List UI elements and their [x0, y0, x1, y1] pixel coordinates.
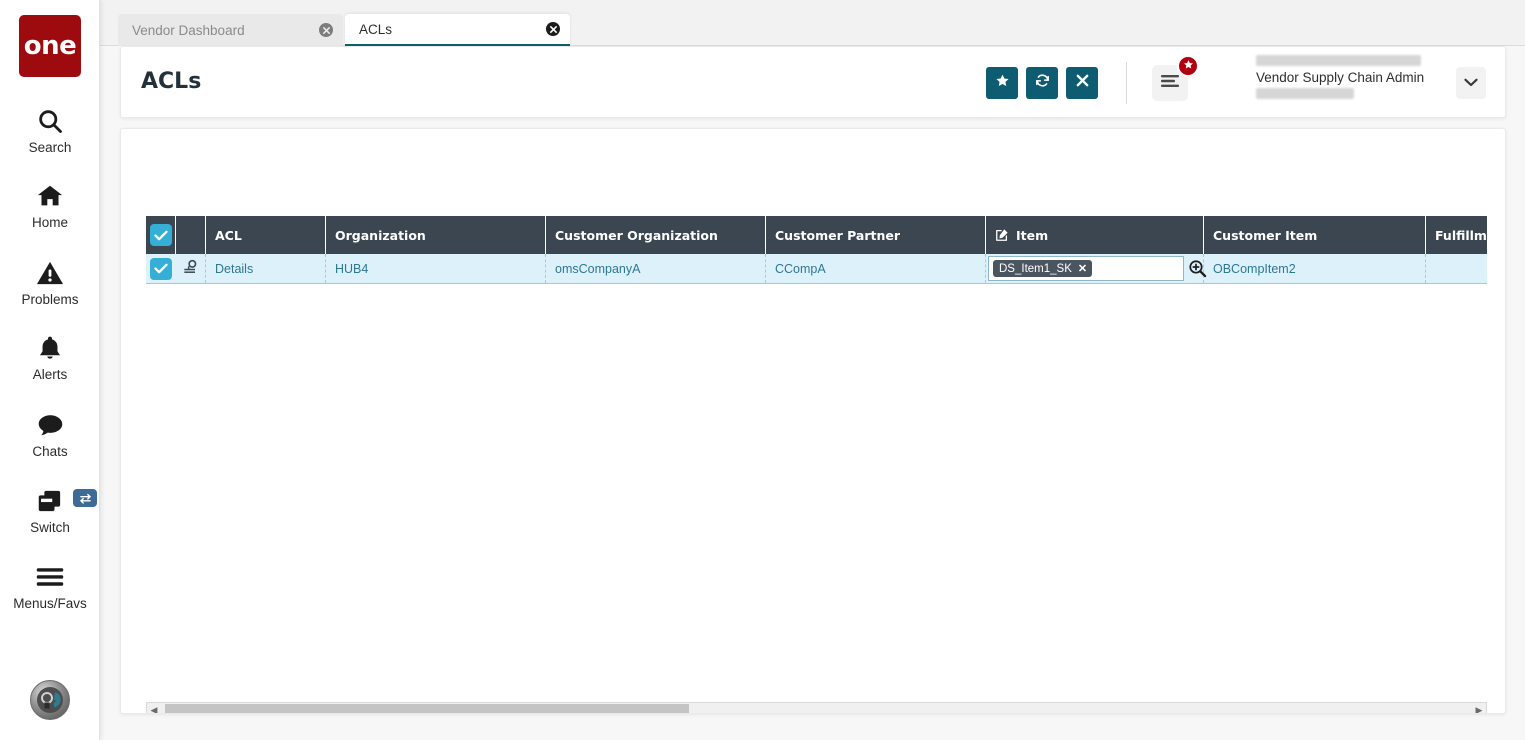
sidebar-item-problems[interactable]: Problems	[0, 256, 100, 307]
scroll-left-arrow-icon[interactable]: ◀	[147, 703, 161, 714]
select-all-checkbox[interactable]	[149, 224, 172, 246]
pencil-square-icon	[995, 228, 1009, 242]
brand-logo-text: one	[23, 31, 77, 61]
scrollbar-thumb[interactable]	[165, 704, 689, 713]
refresh-button[interactable]	[1026, 67, 1058, 99]
switch-windows-icon	[35, 484, 65, 518]
column-header-organization[interactable]: Organization	[326, 216, 546, 254]
item-input[interactable]: DS_Item1_SK ✕	[988, 256, 1184, 281]
item-chip[interactable]: DS_Item1_SK ✕	[993, 260, 1093, 277]
horizontal-scrollbar[interactable]: ◀ ▶	[146, 702, 1487, 714]
page-header-card: ACLs Vendor Supply Chain Admin	[120, 46, 1506, 118]
close-icon[interactable]	[546, 22, 560, 36]
column-header-customer-organization[interactable]: Customer Organization	[546, 216, 766, 254]
sidebar-item-label: Problems	[21, 292, 79, 307]
grid-viewport: ACL Organization Customer Organization C…	[146, 216, 1487, 702]
sidebar-item-label: Alerts	[32, 367, 68, 382]
favorite-button[interactable]	[986, 67, 1018, 99]
column-header-item[interactable]: Item	[986, 216, 1204, 254]
sidebar-item-alerts[interactable]: Alerts	[0, 331, 100, 382]
column-header-fulfillment[interactable]: Fulfillment	[1426, 216, 1487, 254]
data-grid: ACL Organization Customer Organization C…	[146, 216, 1487, 284]
column-header-label: Fulfillment	[1435, 227, 1487, 243]
cell-customer-organization[interactable]: omsCompanyA	[546, 254, 766, 283]
row-icon-header-cell	[176, 216, 206, 254]
column-header-customer-partner[interactable]: Customer Partner	[766, 216, 986, 254]
grid-header-row: ACL Organization Customer Organization C…	[146, 216, 1487, 254]
hamburger-icon	[35, 560, 65, 594]
grid-panel: ACL Organization Customer Organization C…	[120, 128, 1506, 714]
column-header-label: Item	[1016, 227, 1049, 243]
tab-vendor-dashboard[interactable]: Vendor Dashboard	[118, 14, 343, 46]
close-button[interactable]	[1066, 67, 1098, 99]
left-sidebar: one Search Home Problems Alerts Chats Sw…	[0, 0, 100, 740]
cell-text: OBCompItem2	[1213, 261, 1296, 276]
user-role-label: Vendor Supply Chain Admin	[1256, 70, 1425, 85]
sidebar-item-label: Home	[31, 215, 68, 230]
sidebar-item-chats[interactable]: Chats	[0, 408, 100, 459]
cell-text: Details	[215, 261, 254, 276]
chat-bubble-icon	[36, 408, 65, 442]
redacted-user-company	[1256, 88, 1354, 99]
column-header-acl[interactable]: ACL	[206, 216, 326, 254]
star-icon	[995, 73, 1010, 93]
brand-logo[interactable]: one	[19, 15, 81, 77]
search-icon	[36, 104, 64, 138]
sidebar-item-search[interactable]: Search	[0, 104, 100, 155]
menu-lines-icon	[1161, 74, 1179, 93]
cell-text: CCompA	[775, 261, 826, 276]
details-lookup-icon	[183, 259, 199, 278]
redacted-user-name	[1256, 55, 1421, 66]
select-all-header-cell[interactable]	[146, 216, 176, 254]
column-header-label: Customer Partner	[775, 227, 901, 243]
x-icon	[1075, 73, 1090, 93]
sidebar-item-label: Menus/Favs	[13, 596, 87, 611]
status-badge[interactable]	[1177, 55, 1199, 77]
tab-label: ACLs	[359, 21, 393, 37]
cell-customer-partner[interactable]: CCompA	[766, 254, 986, 283]
item-chip-label: DS_Item1_SK	[999, 262, 1072, 275]
scrollbar-track[interactable]	[161, 703, 1472, 713]
close-icon[interactable]	[319, 23, 333, 37]
cell-text: omsCompanyA	[555, 261, 641, 276]
row-select-cell[interactable]	[146, 254, 176, 283]
cell-fulfillment[interactable]	[1426, 254, 1487, 283]
cell-organization[interactable]: HUB4	[326, 254, 546, 283]
row-checkbox[interactable]	[150, 257, 172, 280]
table-row[interactable]: Details HUB4 omsCompanyA CCompA DS_Item1…	[146, 254, 1487, 284]
column-header-customer-item[interactable]: Customer Item	[1204, 216, 1426, 254]
tab-acls[interactable]: ACLs	[345, 14, 570, 46]
problems-warning-icon	[36, 256, 64, 290]
sidebar-item-label: Chats	[32, 444, 68, 459]
bell-icon	[36, 331, 64, 365]
tab-label: Vendor Dashboard	[132, 22, 245, 38]
sidebar-item-label: Switch	[30, 520, 70, 535]
column-header-label: Customer Item	[1213, 227, 1318, 243]
column-header-label: ACL	[215, 227, 242, 243]
column-header-label: Organization	[335, 227, 426, 243]
user-info-block[interactable]: Vendor Supply Chain Admin	[1256, 55, 1436, 99]
scroll-right-arrow-icon[interactable]: ▶	[1472, 703, 1486, 714]
star-icon	[1183, 59, 1194, 73]
browser-tab-bar: Vendor Dashboard ACLs	[100, 0, 1525, 46]
cell-acl[interactable]: Details	[206, 254, 326, 283]
cell-text: HUB4	[335, 261, 369, 276]
user-menu-dropdown[interactable]	[1456, 67, 1486, 99]
refresh-icon	[1034, 72, 1051, 94]
cell-item[interactable]: DS_Item1_SK ✕	[986, 254, 1207, 283]
swap-arrows-icon[interactable]	[73, 489, 97, 507]
chevron-down-icon	[1464, 74, 1478, 92]
sidebar-item-label: Search	[28, 140, 72, 155]
home-icon	[35, 179, 65, 213]
cell-customer-item[interactable]: OBCompItem2	[1204, 254, 1426, 283]
header-divider	[1126, 62, 1127, 104]
main-content-area: ACLs Vendor Supply Chain Admin ACL Organ…	[100, 46, 1525, 740]
sidebar-item-home[interactable]: Home	[0, 179, 100, 230]
item-chip-remove-icon[interactable]: ✕	[1078, 262, 1087, 275]
assistant-orb-icon[interactable]	[30, 680, 70, 720]
row-detail-cell[interactable]	[176, 254, 206, 283]
sidebar-item-menus-favs[interactable]: Menus/Favs	[0, 560, 100, 611]
column-header-label: Customer Organization	[555, 227, 718, 243]
page-title: ACLs	[141, 69, 202, 94]
